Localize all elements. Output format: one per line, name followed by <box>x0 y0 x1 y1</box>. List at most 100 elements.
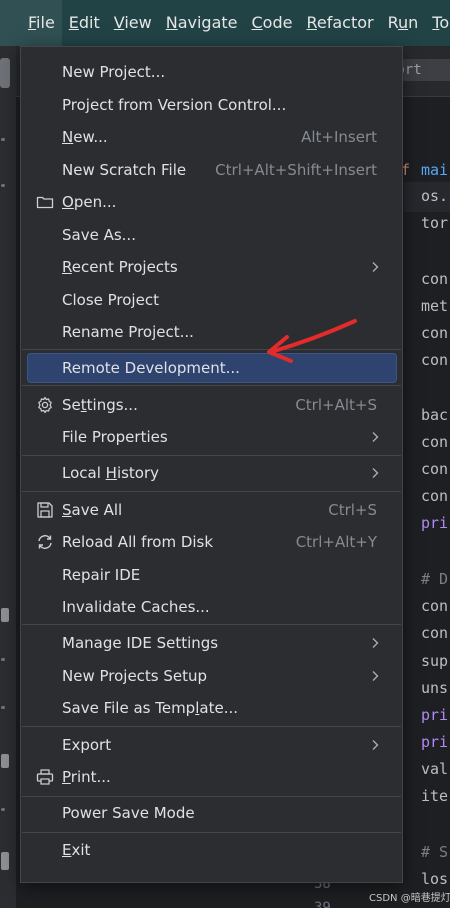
menu-separator <box>22 491 401 492</box>
menu-item-shortcut: Ctrl+Alt+S <box>295 396 377 414</box>
code-line[interactable]: pri <box>421 706 448 724</box>
menu-item-save-as[interactable]: Save As... <box>27 220 397 250</box>
menu-item-save-all[interactable]: Save All Ctrl+S <box>27 495 397 525</box>
menu-item-local-history[interactable]: Local History <box>27 458 397 488</box>
menu-item-settings[interactable]: Settings... Ctrl+Alt+S <box>27 390 397 420</box>
menu-item-label: New... <box>62 128 108 146</box>
menu-item-label: New Project... <box>62 63 166 81</box>
save-icon <box>37 502 53 518</box>
menu-item-shortcut: Ctrl+Alt+Shift+Insert <box>215 161 377 179</box>
menu-item-label: New Scratch File <box>62 161 187 179</box>
menu-item-label: Export <box>62 736 112 754</box>
left-tool-strip <box>0 46 16 908</box>
chevron-right-icon <box>367 458 383 488</box>
menu-item-new-projects-setup[interactable]: New Projects Setup <box>27 661 397 691</box>
menu-item-exit[interactable]: Exit <box>27 835 397 865</box>
menu-bar: File Edit View Navigate Code Refactor Ru… <box>0 0 450 46</box>
menu-item-file-properties[interactable]: File Properties <box>27 422 397 452</box>
menu-edit[interactable]: Edit <box>62 0 107 46</box>
code-line[interactable]: con <box>421 433 448 451</box>
menu-item-open[interactable]: Open... <box>27 187 397 217</box>
menu-item-label: Repair IDE <box>62 566 141 584</box>
menu-item-print[interactable]: Print... <box>27 762 397 792</box>
code-line[interactable]: uns <box>421 679 448 697</box>
code-line[interactable]: con <box>421 324 448 342</box>
menu-item-invalidate-caches[interactable]: Invalidate Caches... <box>27 592 397 622</box>
menu-item-label: Manage IDE Settings <box>62 634 219 652</box>
terminal-tool-icon[interactable] <box>1 852 9 870</box>
menu-item-label: Invalidate Caches... <box>62 598 210 616</box>
chevron-right-icon <box>367 628 383 658</box>
watermark: CSDN @暗巷提灯 <box>369 893 450 904</box>
menu-view[interactable]: View <box>107 0 159 46</box>
gear-icon <box>38 396 52 414</box>
code-line[interactable]: val <box>421 760 448 778</box>
menu-item-manage-ide-settings[interactable]: Manage IDE Settings <box>27 628 397 658</box>
menu-item-label: Remote Development... <box>62 359 240 377</box>
tool-dot-icon[interactable] <box>1 658 5 661</box>
code-line[interactable]: sup <box>421 652 448 670</box>
menu-item-recent-projects[interactable]: Recent Projects <box>27 252 397 282</box>
menu-code[interactable]: Code <box>245 0 300 46</box>
menu-item-label: Reload All from Disk <box>62 533 214 551</box>
code-line[interactable]: pri <box>421 733 448 751</box>
menu-item-label: Exit <box>62 841 91 859</box>
code-line[interactable]: ite <box>421 787 448 805</box>
code-line[interactable]: con <box>421 597 448 615</box>
menu-item-power-save-mode[interactable]: Power Save Mode <box>27 798 397 828</box>
code-line[interactable]: # S <box>421 843 448 861</box>
chevron-right-icon <box>367 252 383 282</box>
menu-file[interactable]: File <box>0 0 62 46</box>
code-line[interactable]: mai <box>421 161 448 179</box>
annotation-arrow-icon <box>267 319 357 363</box>
menu-navigate[interactable]: Navigate <box>159 0 245 46</box>
menu-item-label: Save As... <box>62 226 136 244</box>
menu-separator <box>22 385 401 386</box>
menu-item-repair-ide[interactable]: Repair IDE <box>27 560 397 590</box>
code-line[interactable]: bac <box>421 406 448 424</box>
menu-item-label: Close Project <box>62 291 159 309</box>
chevron-right-icon <box>367 661 383 691</box>
menu-item-new-scratch-file[interactable]: New Scratch File Ctrl+Alt+Shift+Insert <box>27 155 397 185</box>
menu-item-shortcut: Ctrl+S <box>328 501 377 519</box>
code-line[interactable]: con <box>421 270 448 288</box>
menu-run[interactable]: Run <box>381 0 426 46</box>
code-line[interactable]: con <box>421 460 448 478</box>
menu-item-label: Recent Projects <box>62 258 178 276</box>
tool-dot-icon[interactable] <box>1 706 5 709</box>
menu-tools[interactable]: Too <box>425 0 450 46</box>
code-line[interactable]: pri <box>421 514 448 532</box>
code-line[interactable]: con <box>421 624 448 642</box>
tool-dot-icon[interactable] <box>1 808 5 811</box>
folder-icon <box>36 196 54 209</box>
menu-item-label: File Properties <box>62 428 168 446</box>
menu-item-new-project[interactable]: New Project... <box>27 57 397 87</box>
code-line[interactable]: met <box>421 297 448 315</box>
code-line[interactable]: tor <box>421 214 448 232</box>
menu-item-project-from-vcs[interactable]: Project from Version Control... <box>27 90 397 120</box>
menu-refactor[interactable]: Refactor <box>299 0 380 46</box>
tool-dot-icon[interactable] <box>1 184 5 187</box>
tool-window-icon[interactable] <box>1 608 9 622</box>
code-line[interactable]: # D <box>421 570 448 588</box>
menu-item-export[interactable]: Export <box>27 730 397 760</box>
menu-item-label: Rename Project... <box>62 323 194 341</box>
project-tool-icon[interactable] <box>0 58 10 88</box>
tool-dot-icon[interactable] <box>1 138 5 141</box>
menu-item-new[interactable]: New... Alt+Insert <box>27 122 397 152</box>
code-line[interactable]: os. <box>421 187 448 205</box>
code-line[interactable]: los <box>421 870 448 888</box>
tool-window-icon[interactable] <box>1 754 9 768</box>
code-line[interactable]: con <box>421 351 448 369</box>
menu-separator <box>22 726 401 727</box>
menu-item-save-file-as-template[interactable]: Save File as Template... <box>27 693 397 723</box>
chevron-right-icon <box>367 730 383 760</box>
chevron-right-icon <box>367 422 383 452</box>
menu-item-label: Project from Version Control... <box>62 96 287 114</box>
menu-item-label: Save File as Template... <box>62 699 238 717</box>
menu-item-reload-all[interactable]: Reload All from Disk Ctrl+Alt+Y <box>27 527 397 557</box>
menu-separator <box>22 455 401 456</box>
menu-item-label: Settings... <box>62 396 138 414</box>
menu-item-label: Power Save Mode <box>62 804 195 822</box>
code-line[interactable]: con <box>421 487 448 505</box>
